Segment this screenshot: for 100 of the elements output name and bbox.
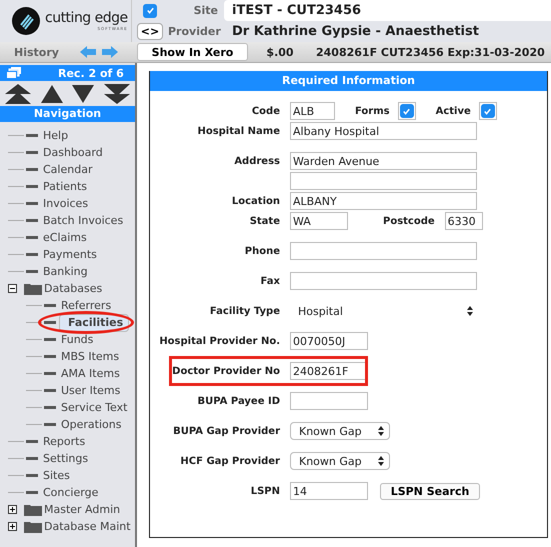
tree-item[interactable]: Settings: [41, 452, 90, 465]
show-in-xero-button[interactable]: Show In Xero: [137, 43, 248, 61]
field-label: HCF Gap Provider: [180, 456, 280, 466]
checkbox-label: Active: [436, 106, 471, 116]
lspn-search-button[interactable]: LSPN Search: [380, 482, 480, 500]
item-icon: [26, 151, 38, 154]
text-field[interactable]: ALB: [290, 102, 335, 120]
panel-title: Required Information: [150, 71, 547, 91]
field-label: State: [250, 216, 280, 226]
updown-icon: [378, 426, 384, 436]
field-label: Phone: [244, 246, 280, 256]
dropdown[interactable]: Known Gap: [290, 452, 390, 470]
tree-item[interactable]: Referrers: [59, 299, 114, 312]
checkbox[interactable]: [400, 104, 414, 118]
folder-icon: [24, 504, 42, 516]
text-field[interactable]: [290, 272, 477, 290]
text-field[interactable]: [290, 392, 368, 410]
tree-item[interactable]: Banking: [41, 265, 90, 278]
field-label: Hospital Name: [197, 126, 280, 136]
tree-item[interactable]: Reports: [41, 435, 88, 448]
tree-item[interactable]: Help: [41, 129, 70, 142]
tree-item[interactable]: Operations: [59, 418, 124, 431]
tree-item[interactable]: AMA Items: [59, 367, 122, 380]
tree-item[interactable]: Funds: [59, 333, 96, 346]
checkbox[interactable]: [480, 104, 495, 118]
text-field[interactable]: [290, 242, 477, 260]
updown-icon: [467, 306, 473, 316]
item-icon: [26, 219, 38, 222]
tree-item[interactable]: Batch Invoices: [41, 214, 126, 227]
updown-icon: [378, 456, 384, 466]
text-field[interactable]: WA: [290, 212, 348, 230]
item-icon: [44, 389, 56, 392]
tree-item[interactable]: Database Maint: [42, 520, 133, 533]
item-icon: [26, 270, 38, 273]
tree-item[interactable]: Sites: [41, 469, 72, 482]
text-field[interactable]: 0070050J: [290, 332, 368, 350]
tree-item[interactable]: Master Admin: [42, 503, 122, 516]
back-arrow-icon[interactable]: [78, 45, 97, 59]
item-icon: [26, 474, 38, 477]
checkmark-icon: [483, 106, 492, 116]
previous-record-icon[interactable]: [40, 84, 64, 104]
field-label: Address: [234, 156, 280, 166]
field-label: Facility Type: [210, 306, 280, 316]
tree-item[interactable]: Service Text: [59, 401, 130, 414]
item-icon: [44, 423, 56, 426]
provider-info: 2408261F CUT23456 Exp:31-03-2020: [316, 46, 545, 58]
item-icon: [44, 304, 56, 307]
text-field[interactable]: 14: [290, 482, 368, 500]
item-icon: [26, 491, 38, 494]
collapse-icon[interactable]: [8, 284, 16, 293]
dropdown[interactable]: Hospital: [290, 304, 477, 318]
tree-item[interactable]: Concierge: [41, 486, 100, 499]
text-field[interactable]: [290, 172, 477, 190]
tree-item[interactable]: Dashboard: [41, 146, 105, 159]
tree-item[interactable]: MBS Items: [59, 350, 122, 363]
next-record-icon[interactable]: [71, 84, 96, 104]
item-icon: [26, 440, 38, 443]
item-icon: [26, 253, 38, 256]
expand-icon[interactable]: [8, 522, 16, 531]
forward-arrow-icon[interactable]: [100, 45, 119, 59]
tree-item[interactable]: Payments: [41, 248, 99, 261]
text-field[interactable]: 6330: [444, 212, 483, 230]
checkmark-icon: [146, 6, 154, 15]
record-count: Rec. 2 of 6: [58, 66, 124, 80]
logo-name: cutting edge: [45, 10, 128, 26]
site-label: Site: [192, 4, 218, 17]
tree-item[interactable]: Invoices: [41, 197, 90, 210]
item-icon: [26, 236, 38, 239]
field-label: Hospital Provider No.: [159, 336, 280, 346]
site-checkbox[interactable]: [143, 4, 157, 18]
item-icon: [26, 202, 38, 205]
tree-item[interactable]: Calendar: [41, 163, 94, 176]
tree-item[interactable]: Databases: [42, 282, 104, 295]
tree-item[interactable]: Patients: [41, 180, 90, 193]
tree-item[interactable]: eClaims: [41, 231, 89, 244]
field-label: Fax: [260, 276, 280, 286]
text-field[interactable]: 2408261F: [290, 362, 368, 380]
expand-icon[interactable]: [8, 505, 16, 514]
field-label: BUPA Gap Provider: [173, 426, 280, 436]
field-label: Postcode: [383, 216, 435, 226]
field-label: Doctor Provider No: [172, 366, 280, 376]
item-icon: [44, 355, 56, 358]
tree-item[interactable]: User Items: [59, 384, 122, 397]
swap-button[interactable]: <>: [136, 23, 164, 40]
checkbox-label: Forms: [355, 106, 390, 116]
item-icon: [44, 321, 56, 324]
text-field[interactable]: Warden Avenue: [290, 152, 477, 170]
item-icon: [26, 168, 38, 171]
navigation-header: Navigation: [0, 106, 135, 122]
text-field[interactable]: ALBANY: [290, 192, 477, 210]
item-icon: [44, 338, 56, 341]
field-label: BUPA Payee ID: [198, 396, 280, 406]
item-icon: [44, 406, 56, 409]
field-label: Location: [232, 196, 280, 206]
checkmark-icon: [402, 106, 412, 116]
item-icon: [44, 372, 56, 375]
dropdown[interactable]: Known Gap: [290, 422, 390, 440]
item-icon: [26, 457, 38, 460]
text-field[interactable]: Albany Hospital: [290, 122, 477, 140]
item-icon: [26, 134, 38, 137]
